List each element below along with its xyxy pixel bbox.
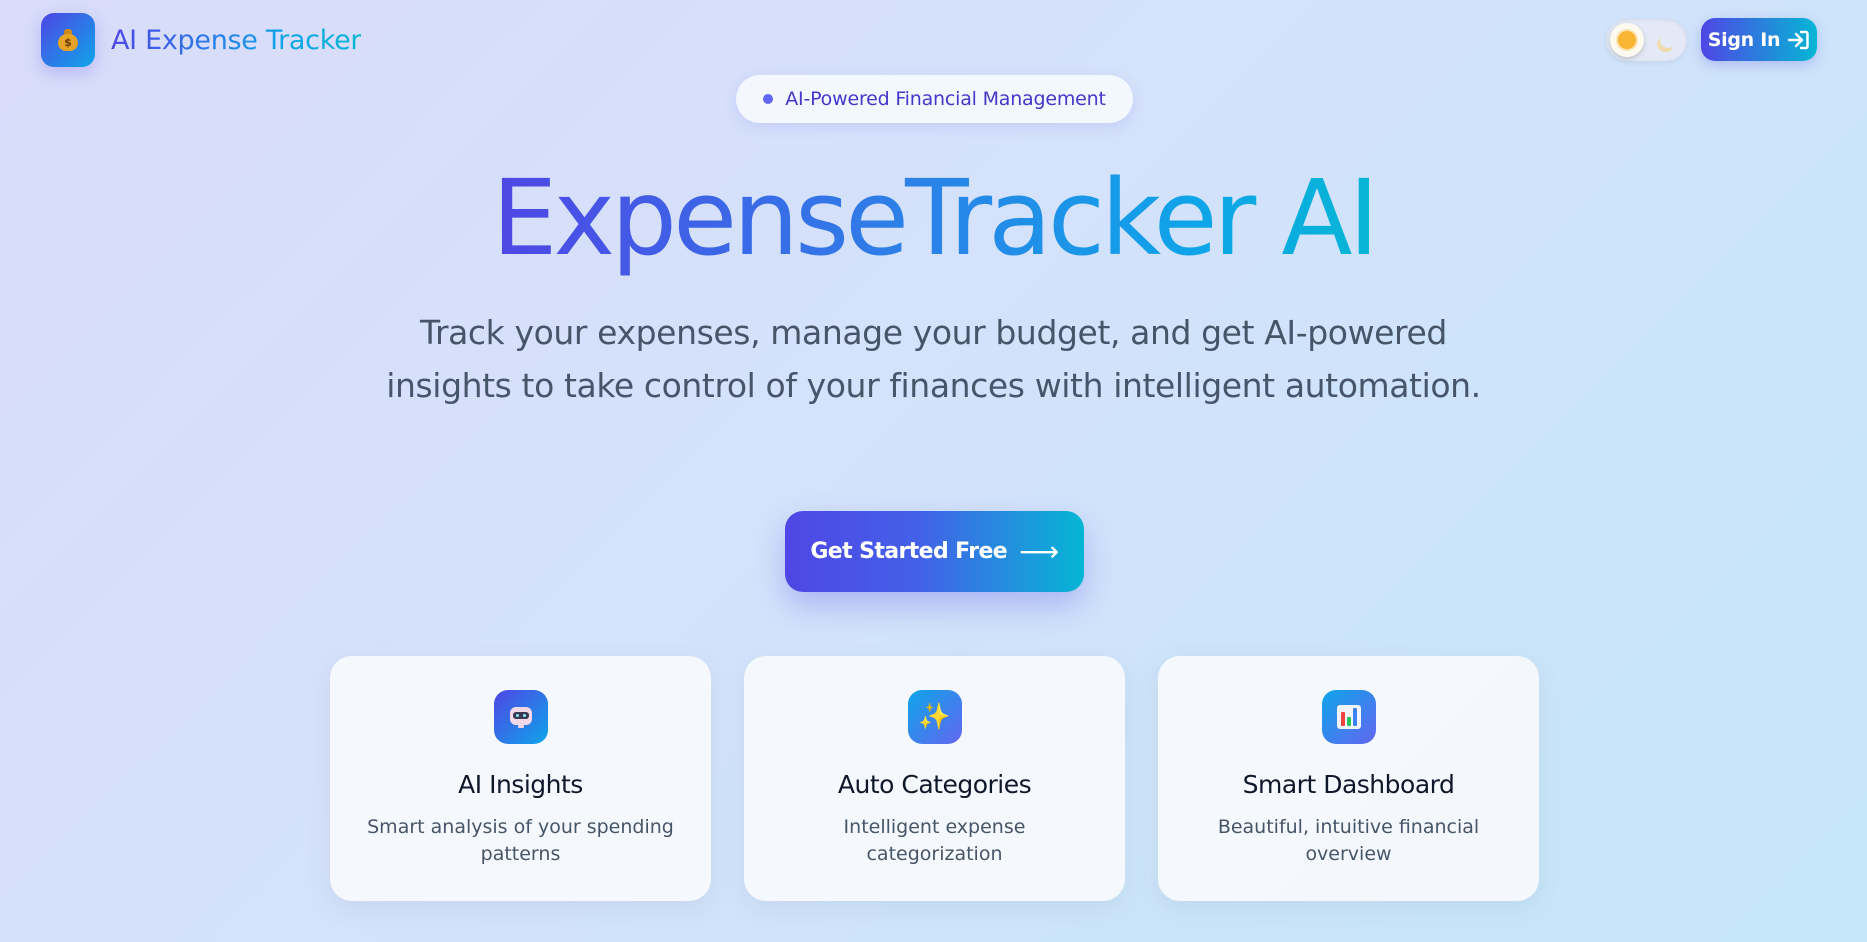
toggle-knob — [1610, 23, 1644, 57]
hero-title-text: ExpenseTracker AI — [491, 157, 1379, 279]
brand-name: AI Expense Tracker — [111, 24, 362, 56]
feature-title: Auto Categories — [837, 770, 1032, 799]
get-started-button[interactable]: Get Started Free ⟶ — [785, 511, 1084, 592]
arrow-right-icon: ⟶ — [1019, 535, 1059, 568]
bar-chart-icon — [1321, 690, 1376, 744]
moon-icon — [1658, 30, 1679, 51]
sign-in-button[interactable]: Sign In — [1701, 18, 1817, 61]
sun-icon — [1618, 31, 1636, 49]
money-bag-icon: $ — [41, 13, 95, 67]
robot-icon — [493, 690, 548, 744]
hero-title: ExpenseTracker AI — [0, 152, 1867, 284]
feature-title: AI Insights — [458, 770, 583, 799]
badge-text: AI-Powered Financial Management — [785, 88, 1106, 110]
sign-in-arrow-icon — [1788, 30, 1809, 49]
feature-description: Smart analysis of your spending patterns — [367, 816, 674, 865]
hero-subtitle: Track your expenses, manage your budget,… — [386, 313, 1481, 405]
feature-card-ai-insights: AI Insights Smart analysis of your spend… — [330, 656, 711, 901]
feature-description: Intelligent expense categorization — [843, 816, 1026, 865]
sparkles-icon: ✨ — [907, 690, 962, 744]
feature-description: Beautiful, intuitive financial overview — [1217, 816, 1480, 865]
sign-in-label: Sign In — [1707, 28, 1781, 51]
theme-toggle[interactable] — [1606, 19, 1687, 61]
feature-card-smart-dashboard: Smart Dashboard Beautiful, intuitive fin… — [1158, 656, 1539, 901]
get-started-label: Get Started Free — [810, 539, 1008, 564]
feature-badge: AI-Powered Financial Management — [736, 75, 1133, 123]
feature-title: Smart Dashboard — [1242, 770, 1455, 799]
badge-dot-icon — [763, 94, 774, 104]
feature-card-auto-categories: ✨ Auto Categories Intelligent expense ca… — [744, 656, 1125, 901]
brand[interactable]: $ AI Expense Tracker — [41, 13, 361, 67]
